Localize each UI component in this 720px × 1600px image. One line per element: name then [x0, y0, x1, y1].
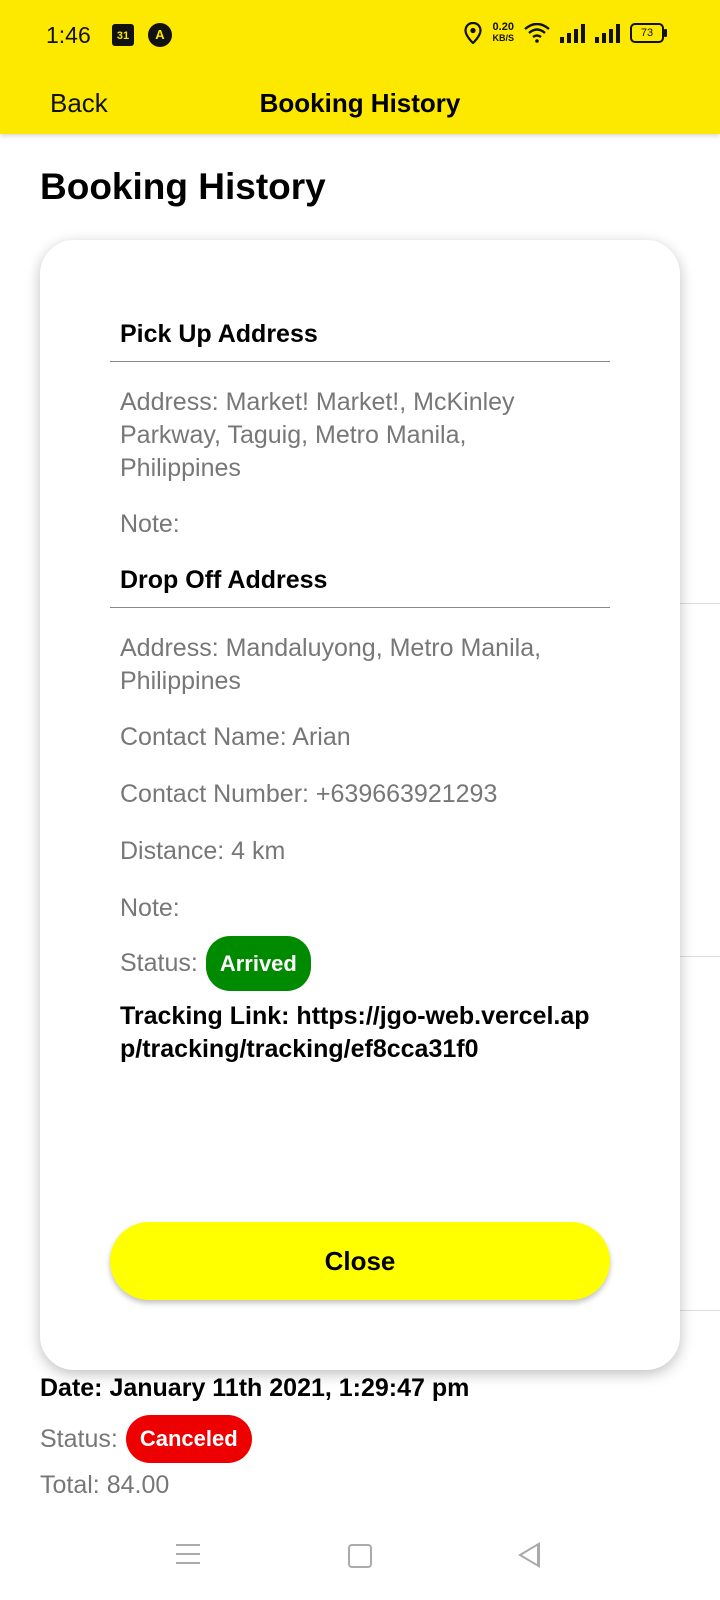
menu-icon[interactable] [176, 1544, 200, 1564]
network-speed: 0.20 KB/S [492, 21, 514, 44]
booking-list-item[interactable]: Date: January 11th 2021, 1:29:47 pm Stat… [40, 1374, 469, 1500]
status-badge-canceled: Canceled [125, 1415, 252, 1463]
battery-icon: 73 [630, 23, 667, 43]
back-triangle-icon[interactable] [518, 1542, 540, 1568]
location-icon [464, 22, 483, 44]
status-label: Status: [40, 1424, 118, 1453]
app-notification-icon: A [148, 23, 172, 47]
page-title: Booking History [40, 166, 326, 207]
list-divider [680, 956, 720, 957]
booking-detail-modal: Pick Up Address Address: Market! Market!… [40, 240, 680, 1370]
tracking-link[interactable]: Tracking Link: https://jgo-web.vercel.ap… [120, 1000, 590, 1066]
app-bar-title: Booking History [259, 88, 461, 118]
app-bar: Booking History Back [0, 70, 720, 134]
pickup-heading: Pick Up Address [120, 320, 318, 348]
contact-number: Contact Number: +639663921293 [120, 780, 498, 808]
pickup-address: Address: Market! Market!, McKinley Parkw… [120, 388, 515, 482]
pickup-note: Note: [120, 510, 180, 538]
contact-name: Contact Name: Arian [120, 723, 351, 751]
distance: Distance: 4 km [120, 837, 286, 865]
modal-status-row: Status: Arrived [120, 936, 580, 991]
signal-icon-2 [595, 23, 620, 43]
dropoff-note: Note: [120, 894, 180, 922]
status-badge-arrived: Arrived [205, 936, 311, 991]
pickup-divider [110, 361, 610, 362]
dropoff-heading: Drop Off Address [120, 566, 328, 594]
list-divider [680, 603, 720, 604]
calendar-icon: 31 [112, 24, 134, 46]
status-bar: 1:46 31 A 0.20 KB/S 73 [0, 0, 720, 70]
dropoff-divider [110, 607, 610, 608]
status-time: 1:46 [46, 22, 91, 48]
system-nav-bar [0, 1530, 720, 1600]
booking-total: Total: 84.00 [40, 1471, 170, 1499]
status-label: Status: [120, 949, 198, 977]
home-icon[interactable] [348, 1544, 372, 1568]
status-icons: 0.20 KB/S 73 [464, 21, 667, 44]
back-button[interactable]: Back [50, 88, 108, 119]
dropoff-address: Address: Mandaluyong, Metro Manila, Phil… [120, 634, 542, 695]
wifi-icon [524, 23, 550, 43]
signal-icon [560, 23, 585, 43]
close-button[interactable]: Close [110, 1222, 610, 1300]
list-divider [680, 1310, 720, 1311]
booking-date: Date: January 11th 2021, 1:29:47 pm [40, 1374, 470, 1402]
booking-status-row: Status: Canceled [40, 1415, 469, 1463]
